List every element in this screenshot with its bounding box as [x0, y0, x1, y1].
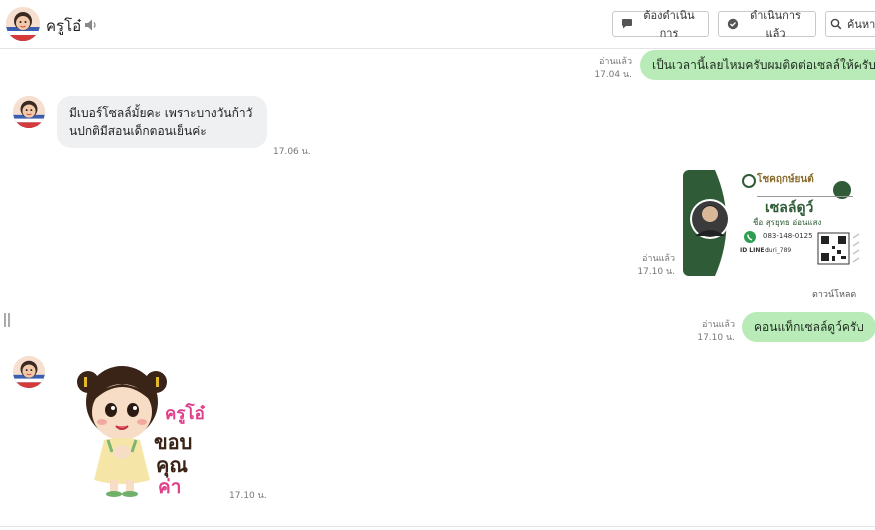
todo-button[interactable]: ต้องดำเนินการ: [612, 9, 709, 40]
message-bubble[interactable]: เป็นเวลานี้เลยไหมครับผมติดต่อเซลล์ให้ครั…: [640, 50, 875, 80]
contact-avatar-small[interactable]: [13, 96, 45, 128]
sticker-text-line: ค่า: [158, 476, 182, 498]
message-time: 17.10 น.: [637, 267, 675, 277]
bubble-tail: [858, 58, 866, 66]
read-status: อ่านแล้ว: [702, 320, 735, 330]
card-phone: 083-148-0125: [763, 232, 813, 240]
done-button-label: ดำเนินการแล้ว: [750, 9, 801, 40]
divider: [0, 526, 875, 527]
read-status: อ่านแล้ว: [642, 254, 675, 264]
check-bubble-icon: [727, 18, 739, 30]
speaker-icon[interactable]: [84, 17, 98, 31]
card-brand: โชคฤกษ์ยนต์: [757, 174, 814, 185]
message-time: 17.04 น.: [594, 70, 632, 80]
message-bubble[interactable]: มีเบอร์โซลล์มั้ยคะ เพราะบางวันก้าวันปกติ…: [57, 96, 267, 148]
todo-button-label: ต้องดำเนินการ: [643, 9, 695, 40]
sticker-image[interactable]: ครูโอ๋ ขอบ คุณ ค่า: [68, 352, 218, 502]
name-card-image[interactable]: โชคฤกษ์ยนต์ เซลล์ดูว์ ชื่อ สุรยุทธ อ่อนแ…: [683, 170, 863, 276]
chat-bubble-icon: [622, 19, 632, 29]
contact-name: ครูโอ๋: [46, 17, 82, 35]
search-button[interactable]: ค้นหา: [825, 11, 875, 37]
search-button-label: ค้นหา: [847, 18, 875, 31]
contact-avatar-small[interactable]: [13, 356, 45, 388]
card-person-name: ชื่อ สุรยุทธ อ่อนแสง: [753, 218, 822, 227]
search-icon: [830, 18, 842, 30]
card-line-id: duri_789: [765, 247, 792, 254]
download-link[interactable]: ดาวน์โหลด: [812, 287, 856, 301]
message-time: 17.10 น.: [697, 333, 735, 343]
read-status: อ่านแล้ว: [599, 57, 632, 67]
message-bubble[interactable]: คอนแท็กเซลล์ดูว์ครับ: [742, 312, 875, 342]
contact-avatar[interactable]: [6, 7, 40, 41]
bubble-tail: [858, 320, 866, 328]
sticker-text-line: ครูโอ๋: [165, 404, 205, 424]
message-time: 17.06 น.: [273, 147, 311, 157]
message-time: 17.10 น.: [229, 491, 267, 501]
chat-header: ครูโอ๋ ต้องดำเนินการ ดำเนินการแล้ว ค้นหา: [0, 0, 875, 49]
done-button[interactable]: ดำเนินการแล้ว: [718, 9, 816, 40]
resize-handle[interactable]: [4, 313, 10, 327]
